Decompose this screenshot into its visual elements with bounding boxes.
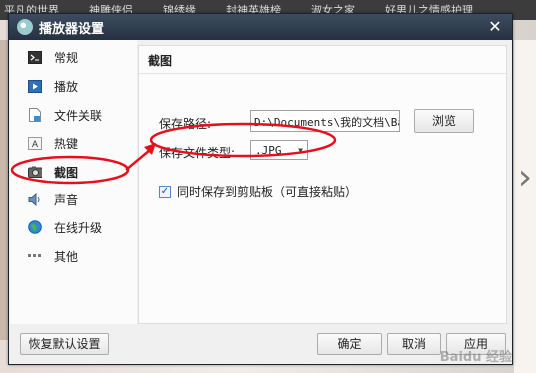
player-logo-icon: [17, 19, 33, 35]
save-path-label: 保存路径:: [159, 117, 212, 131]
file-type-value: .JPG: [255, 143, 282, 157]
sidebar-item-label: 在线升级: [54, 220, 103, 235]
clipboard-checkbox-label: 同时保存到剪贴板（可直接粘贴）: [177, 185, 358, 199]
sidebar-item-label: 声音: [54, 192, 79, 207]
chevron-down-icon: ▼: [298, 145, 303, 155]
clipboard-checkbox-row[interactable]: ✓ 同时保存到剪贴板（可直接粘贴）: [159, 183, 357, 200]
dialog-footer: 恢复默认设置 确定 取消 应用: [9, 325, 512, 364]
player-settings-dialog: 播放器设置 ✕ 常规 播放 文件关联 A 热键 截图 声音 在线升级 其他 截图…: [8, 13, 513, 365]
sidebar-item-label: 其他: [54, 249, 79, 264]
globe-icon: [28, 220, 42, 234]
sidebar-item-label: 播放: [54, 79, 79, 94]
sidebar-item-file-association[interactable]: 文件关联: [10, 103, 137, 127]
sidebar-item-label: 截图: [54, 165, 79, 180]
browse-button[interactable]: 浏览: [414, 109, 474, 133]
speaker-icon: [28, 192, 42, 206]
save-path-input[interactable]: D:\Documents\我的文档\Ba: [250, 110, 400, 132]
close-button[interactable]: ✕: [486, 18, 504, 36]
sidebar-item-label: 文件关联: [54, 108, 103, 123]
camera-icon: [28, 165, 42, 179]
sidebar-item-online-update[interactable]: 在线升级: [10, 215, 137, 239]
sidebar-item-screenshot[interactable]: 截图: [10, 160, 137, 184]
watermark: Baidu 经验: [439, 350, 512, 365]
sidebar-item-sound[interactable]: 声音: [10, 187, 137, 211]
file-type-select[interactable]: .JPG ▼: [250, 140, 308, 160]
file-icon: [28, 108, 42, 122]
sidebar-item-label: 常规: [54, 50, 79, 65]
screenshot-settings-panel: 截图 保存路径: D:\Documents\我的文档\Ba 浏览 保存文件类型:…: [138, 45, 507, 324]
dialog-title: 播放器设置: [39, 21, 105, 37]
console-icon: [28, 50, 42, 64]
sidebar-item-hotkeys[interactable]: A 热键: [10, 131, 137, 155]
sidebar-item-playback[interactable]: 播放: [10, 74, 137, 98]
section-divider: [139, 73, 506, 74]
ok-button[interactable]: 确定: [317, 333, 382, 355]
file-type-label: 保存文件类型:: [159, 146, 236, 160]
settings-sidebar: 常规 播放 文件关联 A 热键 截图 声音 在线升级 其他: [10, 40, 137, 324]
restore-defaults-button[interactable]: 恢复默认设置: [20, 333, 109, 355]
next-arrow-icon[interactable]: ›: [516, 143, 534, 213]
dialog-titlebar: 播放器设置 ✕: [9, 14, 512, 40]
svg-text:A: A: [32, 139, 38, 149]
sidebar-item-general[interactable]: 常规: [10, 45, 137, 69]
key-icon: A: [28, 136, 42, 150]
play-icon: [28, 79, 42, 93]
clipboard-checkbox[interactable]: ✓: [159, 185, 171, 198]
sidebar-item-other[interactable]: 其他: [10, 244, 137, 268]
sidebar-item-label: 热键: [54, 136, 79, 151]
cancel-button[interactable]: 取消: [387, 333, 441, 355]
section-title: 截图: [148, 54, 173, 68]
more-icon: [28, 249, 42, 263]
